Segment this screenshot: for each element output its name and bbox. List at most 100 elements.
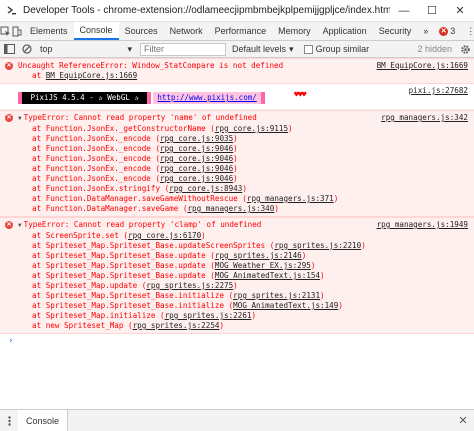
frame-close-paren: ) [274,204,279,213]
frame-source-link[interactable]: rpg core.js:6170 [128,231,201,240]
console-message-error[interactable]: ✕ BM EquipCore.js:1669 Uncaught Referenc… [0,58,474,84]
inspect-element-icon[interactable] [0,22,11,40]
stack-frame: at Spriteset_Map.update (rpg sprites.js:… [18,281,468,291]
tab-performance[interactable]: Performance [209,22,273,40]
frame-text: at Function.JsonEx._getConstructorName ( [32,124,215,133]
error-text: Uncaught ReferenceError: Window_StatComp… [18,61,284,70]
stack-frame: at BM EquipCore.js:1669 [18,71,468,81]
window-close-button[interactable]: ✕ [446,0,474,22]
error-icon: ✕ [5,114,13,122]
frame-source-link[interactable]: rpg core.js:9046 [160,174,233,183]
minimize-button[interactable]: — [390,0,418,22]
stack-frame: at Spriteset_Map.Spriteset_Base.update (… [18,271,468,281]
expand-triangle-icon[interactable]: ▼ [18,114,22,124]
frame-close-paren: ) [338,301,343,310]
frame-close-paren: ) [288,124,293,133]
clear-console-icon[interactable] [18,41,36,58]
window-titlebar: Developer Tools - chrome-extension://odl… [0,0,474,22]
tab-elements[interactable]: Elements [24,22,74,40]
stack-frame: at Function.JsonEx._encode (rpg core.js:… [18,174,468,184]
frame-source-link[interactable]: MOG Weather EX.js:295 [215,261,311,270]
frame-text: at Function.JsonEx._encode ( [32,164,161,173]
frame-text: at Spriteset_Map.update ( [32,281,147,290]
customize-menu-button[interactable]: ⋮ [460,26,474,37]
frame-source-link[interactable]: rpg managers.js:371 [247,194,334,203]
message-source-link[interactable]: BM EquipCore.js:1669 [377,61,468,71]
drawer-menu-icon[interactable] [0,415,18,426]
frame-source-link[interactable]: rpg core.js:8943 [169,184,242,193]
frame-close-paren: ) [310,261,316,270]
drawer-tab-console[interactable]: Console [18,410,69,431]
maximize-button[interactable]: ☐ [418,0,446,22]
group-similar-toggle[interactable]: Group similar [303,44,370,54]
frame-text: at Spriteset_Map.Spriteset_Base.updateSc… [32,241,275,250]
frame-source-link[interactable]: rpg sprites.js:2261 [165,311,252,320]
stack-frame: at new Spriteset_Map (rpg sprites.js:225… [18,321,468,331]
console-settings-icon[interactable] [456,41,474,58]
frame-source-link[interactable]: rpg sprites.js:2254 [133,321,220,330]
tab-memory[interactable]: Memory [272,22,317,40]
sidebar-toggle-icon[interactable] [0,41,18,58]
stack-frame: at Spriteset_Map.Spriteset_Base.initiali… [18,301,468,311]
frame-source-link[interactable]: rpg sprites.js:2210 [274,241,361,250]
frame-text: at Function.JsonEx.stringify ( [32,184,170,193]
message-source-link[interactable]: pixi.js:27682 [409,86,468,96]
chevron-down-icon: ▾ [127,43,132,54]
message-source-link[interactable]: rpg managers.js:1949 [377,220,468,230]
group-similar-checkbox[interactable] [303,44,313,54]
pixi-banner: PixiJS 4.5.4 - ✰ WebGL ✰ http://www.pixi… [18,92,265,104]
frame-source-link[interactable]: MOG AnimatedText.js:149 [233,301,338,310]
frame-source-link[interactable]: rpg managers.js:340 [187,204,274,213]
frame-source-link[interactable]: rpg core.js:9046 [160,144,233,153]
drawer-close-button[interactable]: ✕ [452,414,474,427]
more-tabs-button[interactable]: » [417,26,434,36]
stack-trace: at Function.JsonEx._getConstructorName (… [18,124,468,214]
frame-source-link[interactable]: rpg core.js:9046 [160,154,233,163]
stack-frame: at Function.JsonEx._encode (rpg core.js:… [18,144,468,154]
frame-close-paren: ) [301,251,307,260]
log-levels-dropdown[interactable]: Default levels ▾ [226,44,300,55]
expand-triangle-icon[interactable]: ▼ [18,221,22,231]
frame-source-link[interactable]: rpg sprites.js:2131 [233,291,320,300]
frame-source-link[interactable]: rpg core.js:9115 [215,124,288,133]
frame-close-paren: ) [251,311,257,320]
filter-input[interactable] [140,42,226,56]
tab-network[interactable]: Network [164,22,209,40]
chevron-down-icon: ▾ [289,43,294,54]
frame-close-paren: ) [233,134,238,143]
console-message-error[interactable]: ✕ rpg managers.js:342 ▼ TypeError: Cannot… [0,110,474,217]
frame-text: at ScreenSprite.set ( [32,231,129,240]
console-messages: ✕ BM EquipCore.js:1669 Uncaught Referenc… [0,58,474,409]
tab-security[interactable]: Security [373,22,418,40]
tab-sources[interactable]: Sources [119,22,164,40]
pixi-url-link[interactable]: http://www.pixijs.com/ [153,92,261,104]
stack-frame: at Function.DataManager.saveGameWithoutR… [18,194,468,204]
console-prompt[interactable]: › [0,334,474,348]
frame-source-link[interactable]: rpg core.js:9035 [160,134,233,143]
frame-source-link[interactable]: rpg sprites.js:2275 [146,281,233,290]
frame-source-link[interactable]: BM EquipCore.js:1669 [46,71,137,80]
devtools-app-icon [6,5,18,17]
frame-text: at Function.JsonEx._encode ( [32,144,161,153]
frame-close-paren: ) [333,194,339,203]
frame-close-paren: ) [233,164,238,173]
frame-text: at Function.JsonEx._encode ( [32,174,161,183]
frame-close-paren: ) [320,291,325,300]
frame-close-paren: ) [233,281,238,290]
frame-source-link[interactable]: rpg sprites.js:2146 [215,251,302,260]
tab-console[interactable]: Console [73,22,119,40]
frame-close-paren: ) [233,144,238,153]
frame-close-paren: ) [361,241,366,250]
frame-text: at Function.DataManager.saveGameWithoutR… [32,194,247,203]
tab-application[interactable]: Application [317,22,373,40]
frame-source-link[interactable]: rpg core.js:9046 [160,164,233,173]
console-message-error[interactable]: ✕ rpg managers.js:1949 ▼ TypeError: Canno… [0,217,474,334]
drawer-tab-label: Console [26,415,60,426]
group-similar-label: Group similar [315,44,370,54]
context-selector[interactable]: top ▾ [36,44,136,55]
error-count-badge[interactable]: ✕ 3 [434,26,460,36]
frame-source-link[interactable]: MOG AnimatedText.js:154 [215,271,320,280]
device-toolbar-icon[interactable] [11,22,22,40]
frame-text: at [32,71,46,80]
message-source-link[interactable]: rpg managers.js:342 [381,113,468,123]
